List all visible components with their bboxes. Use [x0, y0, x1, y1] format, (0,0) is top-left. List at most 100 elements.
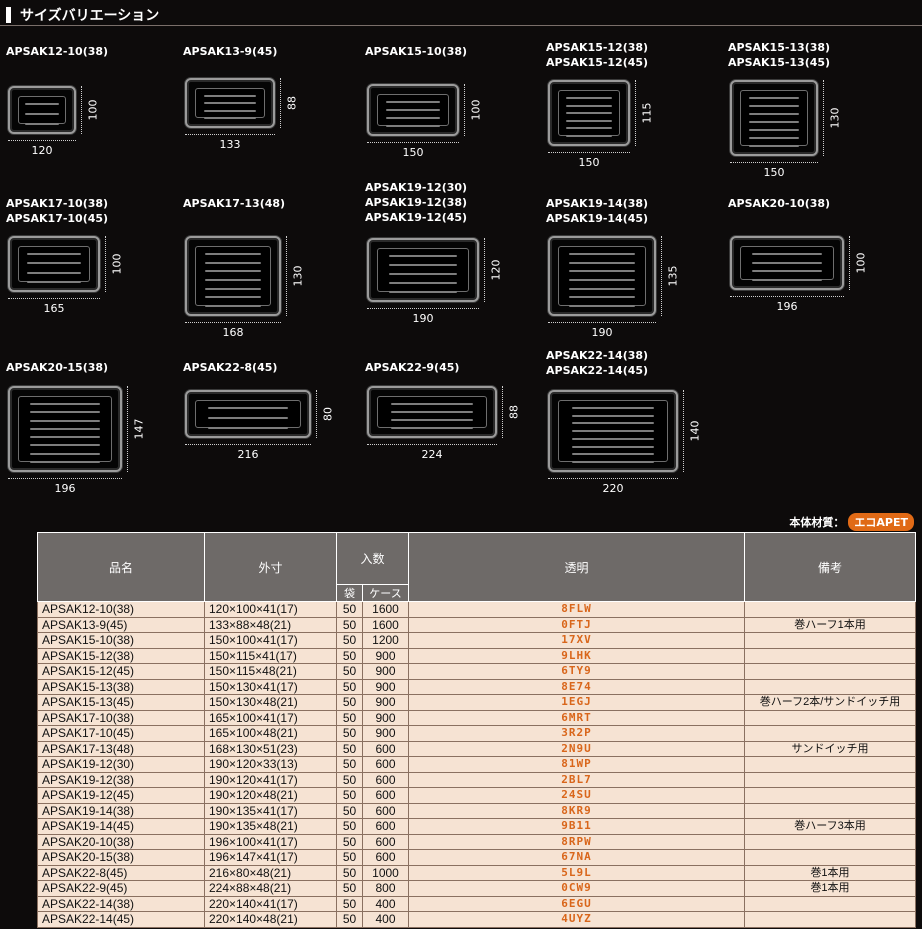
cell-note: サンドイッチ用 [744, 740, 916, 757]
tray-inner [558, 90, 620, 137]
col-header-size: 外寸 [204, 532, 337, 602]
cell-clear-code: 6TY9 [408, 663, 745, 680]
height-value: 100 [854, 252, 868, 274]
cell-size: 150×115×41(17) [204, 647, 337, 664]
width-dimension: 168 [185, 322, 281, 339]
tray-rib [204, 305, 262, 307]
width-value: 150 [763, 166, 785, 179]
tray-rib [569, 279, 635, 281]
height-dimension: 115 [635, 80, 654, 146]
tray-image [185, 78, 275, 128]
cell-size: 133×88×48(21) [204, 616, 337, 633]
product-name: APSAK19-12(30) [365, 181, 468, 194]
tray-rib [571, 453, 655, 456]
width-dimension: 220 [548, 478, 678, 495]
tray-rib [571, 430, 655, 433]
cell-name: APSAK20-10(38) [37, 833, 205, 850]
material-badge: エコAPET [848, 513, 914, 531]
tray-image [730, 80, 818, 156]
tray-rib [388, 264, 458, 266]
product-name: APSAK17-10(45) [6, 212, 109, 225]
cell-name: APSAK19-12(45) [37, 787, 205, 804]
tray-rib [569, 296, 635, 299]
product-name: APSAK19-14(38) [546, 197, 649, 210]
height-value: 100 [469, 99, 483, 121]
col-header-name: 品名 [37, 532, 205, 602]
cell-name: APSAK17-10(45) [37, 725, 205, 742]
table-row: APSAK17-10(38) 165×100×41(17) 50 900 6MRT [37, 709, 916, 726]
height-value: 88 [507, 405, 521, 419]
table-row: APSAK22-14(38) 220×140×41(17) 50 400 6EGU [37, 895, 916, 912]
tray-rib [27, 253, 81, 255]
cell-name: APSAK19-14(45) [37, 818, 205, 835]
tray-rib [27, 281, 81, 283]
width-value: 190 [412, 312, 434, 325]
tray-rib [204, 261, 262, 264]
table-row: APSAK15-12(45) 150×115×48(21) 50 900 6TY9 [37, 663, 916, 680]
tray-rib [388, 282, 458, 284]
table-row: APSAK19-12(38) 190×120×41(17) 50 600 2BL7 [37, 771, 916, 788]
cell-size: 168×130×51(23) [204, 740, 337, 757]
tray-rib [569, 287, 635, 290]
cell-note [744, 895, 916, 912]
cell-clear-code: 2BL7 [408, 771, 745, 788]
tray-rib [566, 112, 612, 115]
section-title: サイズバリエーション [20, 8, 160, 24]
cell-note: 巻1本用 [744, 880, 916, 897]
width-dimension: 150 [367, 142, 459, 159]
cell-bag: 50 [336, 678, 363, 695]
tray-rib [208, 417, 288, 419]
tray-inner [18, 396, 112, 463]
height-value: 88 [285, 96, 299, 110]
tray-rib [30, 444, 100, 447]
cell-size: 190×135×48(21) [204, 818, 337, 835]
tray-inner [377, 94, 449, 127]
tray-inner [18, 246, 90, 283]
width-dimension: 190 [548, 322, 656, 339]
product-name: APSAK20-10(38) [728, 197, 831, 210]
tray-rib [569, 270, 635, 273]
width-value: 216 [237, 448, 259, 461]
tray-rib [390, 403, 474, 405]
width-dimension: 196 [8, 478, 122, 495]
cell-bag: 50 [336, 833, 363, 850]
cell-name: APSAK13-9(45) [37, 616, 205, 633]
height-value: 115 [640, 102, 654, 124]
cell-bag: 50 [336, 647, 363, 664]
height-value: 140 [688, 420, 702, 442]
product-names: APSAK22-14(38) APSAK22-14(45) [546, 348, 648, 378]
width-dimension: 150 [548, 152, 630, 169]
tray-rib [748, 121, 800, 123]
col-header-clear: 透明 [408, 532, 745, 602]
cell-note [744, 802, 916, 819]
cell-clear-code: 67NA [408, 849, 745, 866]
cell-case: 900 [362, 678, 409, 695]
width-dimension: 196 [730, 296, 844, 313]
width-dimension: 133 [185, 134, 275, 151]
tray-rib [30, 461, 100, 463]
cell-note [744, 632, 916, 649]
tray-rib [24, 123, 60, 125]
product-name: APSAK17-13(48) [183, 197, 286, 210]
width-value: 133 [219, 138, 241, 151]
tray-rib [571, 422, 655, 425]
product-name: APSAK15-12(38) [546, 41, 649, 54]
cell-clear-code: 6EGU [408, 895, 745, 912]
cell-note [744, 663, 916, 680]
cell-size: 150×130×41(17) [204, 678, 337, 695]
width-dimension: 150 [730, 162, 818, 179]
cell-case: 600 [362, 740, 409, 757]
product-name: APSAK20-15(38) [6, 361, 109, 374]
width-value: 150 [578, 156, 600, 169]
tray-image [367, 84, 459, 136]
table-row: APSAK15-10(38) 150×100×41(17) 50 1200 17XV [37, 632, 916, 649]
tray-rib [204, 287, 262, 290]
product-name: APSAK19-12(38) [365, 196, 468, 209]
height-dimension: 88 [280, 78, 299, 128]
height-value: 120 [489, 259, 503, 281]
tray-inner [377, 248, 469, 293]
tray-rib [386, 109, 440, 111]
height-dimension: 140 [683, 390, 702, 472]
cell-bag: 50 [336, 601, 363, 618]
tray-rib [748, 105, 800, 107]
